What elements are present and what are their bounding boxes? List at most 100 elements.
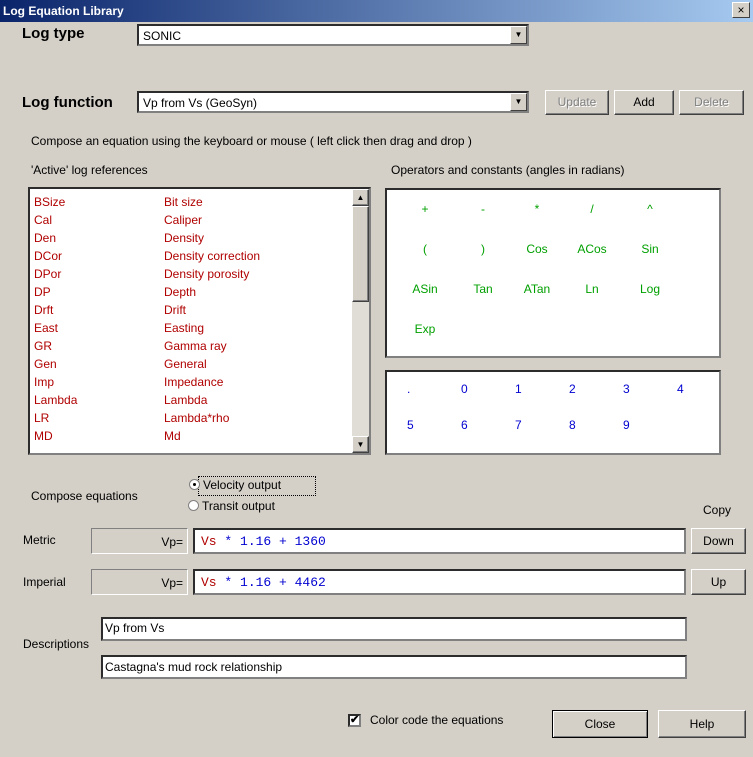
digit-token[interactable]: 1 [515, 382, 522, 396]
log-description: Bit size [164, 195, 203, 209]
log-type-select[interactable]: SONIC ▼ [137, 24, 529, 46]
operator-token[interactable]: Tan [463, 282, 503, 296]
digit-token[interactable]: 5 [407, 418, 414, 432]
description-line1: Vp from Vs [105, 621, 165, 635]
description-line2: Castagna's mud rock relationship [105, 660, 283, 674]
list-item[interactable]: DPor Density porosity [34, 267, 344, 283]
log-code: GR [34, 339, 52, 353]
digits-panel: . 0 1 2 3 4 5 6 7 8 9 [385, 370, 721, 455]
log-code: BSize [34, 195, 66, 209]
log-description: Drift [164, 303, 186, 317]
imperial-label: Imperial [23, 575, 66, 589]
operator-token[interactable]: ( [405, 242, 445, 256]
color-code-checkbox[interactable]: ✔ Color code the equations [348, 713, 538, 729]
digit-token[interactable]: 6 [461, 418, 468, 432]
log-code: MD [34, 429, 53, 443]
velocity-output-radio[interactable]: Velocity output [189, 476, 316, 496]
digit-token[interactable]: 8 [569, 418, 576, 432]
operator-token[interactable]: - [463, 202, 503, 216]
close-button[interactable]: Close [552, 710, 648, 738]
scroll-up-icon[interactable]: ▲ [352, 189, 369, 206]
list-item[interactable]: Lambda Lambda [34, 393, 344, 409]
log-code: East [34, 321, 59, 335]
digit-token[interactable]: 0 [461, 382, 468, 396]
delete-button[interactable]: Delete [679, 90, 744, 115]
operator-token[interactable]: ) [463, 242, 503, 256]
list-item[interactable]: BSize Bit size [34, 195, 344, 211]
operator-token[interactable]: Exp [405, 322, 445, 336]
operator-token[interactable]: Ln [572, 282, 612, 296]
list-item[interactable]: Den Density [34, 231, 344, 247]
log-description: Density correction [164, 249, 261, 263]
operator-token[interactable]: Cos [517, 242, 557, 256]
radio-selected-icon [189, 479, 200, 490]
chevron-down-icon[interactable]: ▼ [510, 93, 527, 111]
operators-label: Operators and constants (angles in radia… [391, 163, 625, 177]
chevron-down-icon[interactable]: ▼ [510, 26, 527, 44]
operator-token[interactable]: ACos [572, 242, 612, 256]
list-item[interactable]: GR Gamma ray [34, 339, 344, 355]
list-item[interactable]: DCor Density correction [34, 249, 344, 265]
list-item[interactable]: Imp Impedance [34, 375, 344, 391]
log-description: Gamma ray [164, 339, 227, 353]
imperial-equation-field[interactable]: Vs * 1.16 + 4462 [193, 569, 686, 595]
list-item[interactable]: East Easting [34, 321, 344, 337]
metric-label: Metric [23, 533, 56, 547]
list-item[interactable]: Gen General [34, 357, 344, 373]
list-item[interactable]: Drft Drift [34, 303, 344, 319]
list-item[interactable]: LR Lambda*rho [34, 411, 344, 427]
operator-token[interactable]: / [572, 202, 612, 216]
log-code: LR [34, 411, 50, 425]
digit-token[interactable]: 9 [623, 418, 630, 432]
operator-token[interactable]: * [517, 202, 557, 216]
transit-output-radio[interactable]: Transit output [188, 499, 318, 515]
operator-token[interactable]: ATan [517, 282, 557, 296]
color-code-label: Color code the equations [370, 713, 504, 727]
operator-token[interactable]: ASin [405, 282, 445, 296]
digit-token[interactable]: . [407, 382, 410, 396]
scrollbar[interactable]: ▲ ▼ [352, 189, 369, 453]
add-button[interactable]: Add [614, 90, 674, 115]
scroll-thumb[interactable] [352, 206, 369, 302]
metric-rest: * 1.16 + 1360 [216, 534, 326, 549]
description-line1-field[interactable]: Vp from Vs [101, 617, 687, 641]
active-refs-list[interactable]: BSize Bit size Cal Caliper Den Density DCor Den… [28, 187, 371, 455]
scroll-down-icon[interactable]: ▼ [352, 436, 369, 453]
title-bar: Log Equation Library × [0, 0, 753, 22]
log-description: Lambda*rho [164, 411, 230, 425]
velocity-output-label: Velocity output [203, 478, 282, 492]
digit-token[interactable]: 4 [677, 382, 684, 396]
log-code: Imp [34, 375, 55, 389]
log-code: Lambda [34, 393, 78, 407]
log-code: Gen [34, 357, 57, 371]
update-button[interactable]: Update [545, 90, 609, 115]
operator-token[interactable]: Log [630, 282, 670, 296]
log-type-label: Log type [22, 25, 85, 42]
digit-token[interactable]: 7 [515, 418, 522, 432]
log-function-select[interactable]: Vp from Vs (GeoSyn) ▼ [137, 91, 529, 113]
log-code: Den [34, 231, 57, 245]
operator-token[interactable]: + [405, 202, 445, 216]
operator-token[interactable]: ^ [630, 202, 670, 216]
description-line2-field[interactable]: Castagna's mud rock relationship [101, 655, 687, 679]
checkmark-icon: ✔ [348, 714, 361, 727]
close-icon[interactable]: × [732, 2, 750, 18]
descriptions-label: Descriptions [23, 637, 90, 651]
log-type-value: SONIC [143, 29, 182, 43]
operator-token[interactable]: Sin [630, 242, 670, 256]
list-item[interactable]: Cal Caliper [34, 213, 344, 229]
digit-token[interactable]: 2 [569, 382, 576, 396]
instructions-text: Compose an equation using the keyboard o… [31, 134, 472, 148]
copy-up-button[interactable]: Up [691, 569, 746, 595]
list-item[interactable]: MD Md [34, 429, 344, 445]
imperial-var: Vs [201, 575, 217, 590]
window-title: Log Equation Library [3, 4, 124, 18]
metric-equation-field[interactable]: Vs * 1.16 + 1360 [193, 528, 686, 554]
imperial-rest: * 1.16 + 4462 [216, 575, 326, 590]
digit-token[interactable]: 3 [623, 382, 630, 396]
help-button[interactable]: Help [658, 710, 746, 738]
copy-down-button[interactable]: Down [691, 528, 746, 554]
list-item[interactable]: DP Depth [34, 285, 344, 301]
log-code: DP [34, 285, 51, 299]
log-description: Lambda [164, 393, 208, 407]
